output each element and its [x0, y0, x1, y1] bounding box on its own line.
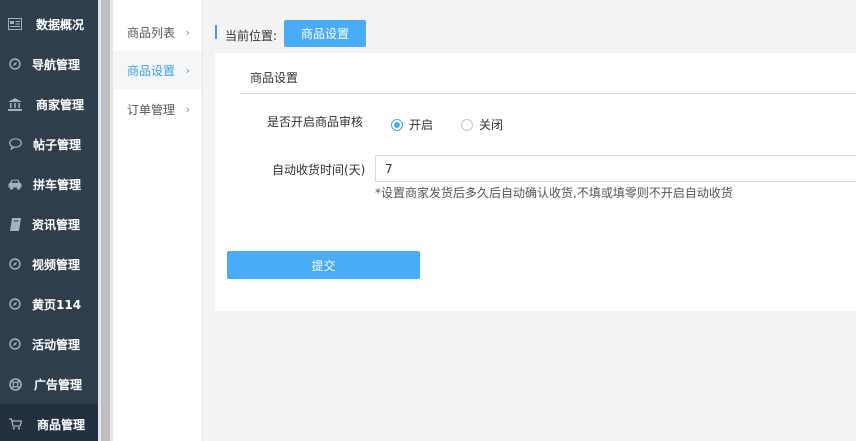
sidebar-scrollbar-thumb[interactable] — [101, 0, 110, 441]
submenu-item-label: 商品设置 — [127, 63, 176, 78]
bank-icon — [8, 97, 22, 111]
breadcrumb-accent-bar — [215, 25, 217, 39]
auto-receive-hint: *设置商家发货后多久后自动确认收货,不填或填零则不开启自动收货 — [375, 186, 733, 200]
compass-icon — [8, 57, 22, 71]
lifebuoy-icon — [8, 377, 22, 391]
dashboard-icon — [8, 17, 22, 31]
settings-panel: 商品设置 是否开启商品审核 开启 关闭 自动收货时间(天) *设置商家发货后多久… — [215, 53, 856, 311]
review-off-radio[interactable]: 关闭 — [461, 116, 503, 133]
book-icon — [8, 217, 22, 231]
sidebar-item-label: 广告管理 — [34, 377, 83, 392]
review-off-label: 关闭 — [479, 118, 504, 132]
sidebar-item-nav-management[interactable]: 导航管理 — [0, 44, 98, 84]
sub-menu: 商品列表 › 商品设置 › 订单管理 › — [113, 0, 203, 441]
chat-bubble-icon — [8, 137, 22, 151]
main-sidebar: 数据概况 导航管理 商家管理 帖子管理 拼车管理 资讯管理 视频管理 黄页114… — [0, 0, 98, 441]
panel-divider — [239, 93, 856, 94]
submit-button[interactable]: 提交 — [227, 251, 420, 279]
sidebar-item-video-management[interactable]: 视频管理 — [0, 244, 98, 284]
sidebar-item-label: 商品管理 — [37, 417, 86, 432]
submenu-item-order-management[interactable]: 订单管理 › — [113, 90, 202, 128]
sidebar-item-label: 拼车管理 — [33, 177, 82, 192]
breadcrumb-current-button[interactable]: 商品设置 — [284, 20, 366, 47]
radio-dot — [391, 118, 403, 131]
sidebar-item-label: 商家管理 — [36, 97, 85, 112]
main-content: 当前位置: 商品设置 商品设置 是否开启商品审核 开启 关闭 自动收货时间(天)… — [203, 0, 856, 441]
auto-receive-days-input[interactable] — [375, 155, 856, 182]
cart-icon — [8, 417, 22, 431]
sidebar-item-product-management[interactable]: 商品管理 — [0, 404, 98, 441]
sidebar-item-yellow-pages[interactable]: 黄页114 — [0, 284, 98, 324]
sidebar-item-label: 黄页114 — [32, 297, 82, 312]
sidebar-item-label: 视频管理 — [32, 257, 81, 272]
auto-receive-label: 自动收货时间(天) — [272, 163, 366, 177]
sidebar-item-label: 帖子管理 — [33, 137, 82, 152]
review-on-radio[interactable]: 开启 — [391, 116, 433, 133]
submenu-item-label: 订单管理 — [127, 102, 176, 117]
sidebar-item-data-overview[interactable]: 数据概况 — [0, 4, 98, 44]
submenu-item-product-settings[interactable]: 商品设置 › — [113, 51, 202, 89]
submenu-item-product-list[interactable]: 商品列表 › — [113, 13, 202, 51]
chevron-right-icon: › — [185, 102, 190, 116]
submenu-item-label: 商品列表 — [127, 25, 176, 40]
compass-icon — [8, 337, 22, 351]
sidebar-item-carpool-management[interactable]: 拼车管理 — [0, 164, 98, 204]
breadcrumb-label: 当前位置: — [225, 29, 278, 43]
panel-title: 商品设置 — [250, 71, 299, 85]
sidebar-item-label: 资讯管理 — [32, 217, 81, 232]
sidebar-item-post-management[interactable]: 帖子管理 — [0, 124, 98, 164]
sidebar-item-label: 活动管理 — [32, 337, 81, 352]
car-icon — [8, 177, 22, 191]
chevron-right-icon: › — [185, 63, 190, 77]
sidebar-item-label: 数据概况 — [36, 17, 85, 32]
sidebar-item-merchant-management[interactable]: 商家管理 — [0, 84, 98, 124]
sidebar-item-label: 导航管理 — [32, 57, 81, 72]
sidebar-item-news-management[interactable]: 资讯管理 — [0, 204, 98, 244]
compass-icon — [8, 257, 22, 271]
review-toggle-label: 是否开启商品审核 — [267, 115, 364, 129]
chevron-right-icon: › — [185, 25, 190, 39]
sidebar-item-ad-management[interactable]: 广告管理 — [0, 364, 98, 404]
radio-dot — [461, 118, 473, 131]
compass-icon — [8, 297, 22, 311]
sidebar-item-activity-management[interactable]: 活动管理 — [0, 324, 98, 364]
review-on-label: 开启 — [409, 118, 434, 132]
